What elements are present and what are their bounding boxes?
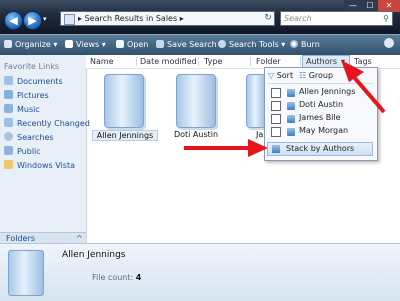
annotation-arrows — [184, 60, 386, 157]
red-arrow-authors-line — [351, 74, 386, 114]
red-arrow-authors-head — [341, 60, 364, 82]
red-arrow-stack-head — [248, 139, 268, 157]
